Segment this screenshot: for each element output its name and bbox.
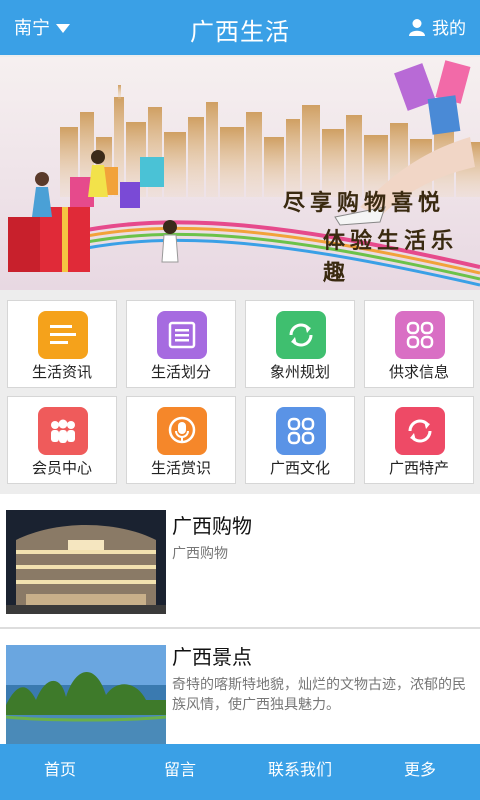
grid-item-label: 会员中心 — [31, 459, 92, 477]
grid-item-supply-demand[interactable]: 供求信息 — [364, 300, 474, 388]
bottom-tab-bar: 首页 留言 联系我们 更多 — [0, 744, 480, 800]
grid-item-label: 生活资讯 — [31, 363, 92, 381]
top-bar: 南宁 广西生活 我的 — [0, 0, 480, 55]
list-item-desc: 奇特的喀斯特地貌，灿烂的文物古迹，浓郁的民族风情，使广西独具魅力。 — [172, 677, 466, 713]
grid-item-member-center[interactable]: 会员中心 — [7, 396, 117, 484]
my-account-button[interactable]: 我的 — [408, 14, 466, 39]
grid-item-label: 广西特产 — [388, 459, 449, 477]
members-icon — [38, 407, 88, 455]
refresh-icon — [276, 311, 326, 359]
grid-icon — [395, 311, 445, 359]
banner-slogan-1: 尽享购物喜悦 — [283, 190, 446, 216]
grid-item-label: 生活赏识 — [150, 459, 211, 477]
tab-more[interactable]: 更多 — [360, 744, 480, 800]
my-account-label: 我的 — [432, 19, 466, 39]
grid-item-life-appreciation[interactable]: 生活赏识 — [126, 396, 236, 484]
list-item[interactable]: 广西景点 奇特的喀斯特地貌，灿烂的文物古迹，浓郁的民族风情，使广西独具魅力。 — [0, 629, 480, 749]
microphone-icon — [157, 407, 207, 455]
tab-contact-us[interactable]: 联系我们 — [240, 744, 360, 800]
grid-item-xiangzhou-planning[interactable]: 象州规划 — [245, 300, 355, 388]
news-icon — [38, 311, 88, 359]
promo-banner[interactable]: 尽享购物喜悦 体验生活乐趣 — [0, 57, 480, 290]
grid-icon — [276, 407, 326, 455]
content-list: 广西购物 广西购物 广西景点 奇特的喀斯特地貌，灿烂的文物古迹，浓郁的民族风情，… — [0, 494, 480, 749]
grid-item-label: 象州规划 — [269, 363, 330, 381]
banner-slogan-2: 体验生活乐趣 — [323, 228, 459, 286]
grid-item-label: 生活划分 — [150, 363, 211, 381]
refresh-icon — [395, 407, 445, 455]
list-icon — [157, 311, 207, 359]
tab-message[interactable]: 留言 — [120, 744, 240, 800]
grid-item-label: 广西文化 — [269, 459, 330, 477]
feature-grid: 生活资讯 生活划分 象州规划 供求信息 会员中心 生活赏识 广西文化 广西特产 — [0, 292, 480, 492]
grid-item-life-division[interactable]: 生活划分 — [126, 300, 236, 388]
grid-item-guangxi-specialty[interactable]: 广西特产 — [364, 396, 474, 484]
tab-home[interactable]: 首页 — [0, 744, 120, 800]
shopping-mall-image — [6, 510, 166, 614]
grid-item-label: 供求信息 — [388, 363, 449, 381]
list-item-title: 广西景点 — [172, 645, 252, 669]
list-item[interactable]: 广西购物 广西购物 — [0, 494, 480, 629]
grid-item-life-news[interactable]: 生活资讯 — [7, 300, 117, 388]
scenic-spot-image — [6, 645, 166, 749]
list-item-desc: 广西购物 — [172, 546, 228, 562]
grid-item-guangxi-culture[interactable]: 广西文化 — [245, 396, 355, 484]
user-icon — [409, 18, 425, 36]
list-item-title: 广西购物 — [172, 514, 252, 538]
